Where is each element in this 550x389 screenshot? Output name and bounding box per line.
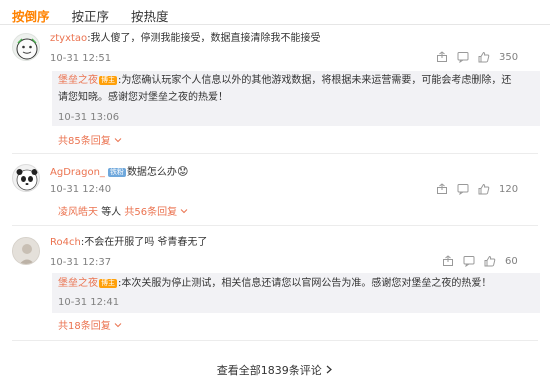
reply-time: 10-31 13:06 [58, 112, 120, 123]
chevron-down-icon [114, 323, 122, 328]
reply-summary-text: 等人 [101, 207, 122, 218]
share-icon[interactable] [436, 183, 448, 195]
comment-time: 10-31 12:37 [50, 257, 112, 268]
comment-actions: 350 [436, 51, 518, 63]
tab-oldest[interactable]: 按正序 [72, 6, 110, 26]
reply-time: 10-31 12:41 [58, 297, 120, 308]
fan-badge: 铁粉 [107, 168, 126, 177]
sort-tabs: 按倒序 按正序 按热度 [12, 6, 169, 26]
comment-username[interactable]: ztyxtao [50, 33, 87, 44]
view-replies-link[interactable]: 共18条回复 [58, 320, 122, 334]
worried-face-icon: 😟 [176, 165, 189, 178]
chevron-down-icon [114, 138, 122, 143]
reply-text: :为您确认玩家个人信息以外的其他游戏数据，将根据未来运营需要，可能会考虑删除，还 [118, 75, 512, 86]
comment-actions: 60 [442, 255, 518, 267]
tab-newest[interactable]: 按倒序 [12, 6, 50, 26]
divider [12, 340, 538, 341]
avatar[interactable] [12, 237, 40, 265]
reply-count[interactable]: 共18条回复 [58, 321, 111, 332]
like-icon[interactable] [484, 255, 496, 267]
cartoon-face-icon [16, 38, 38, 60]
like-count: 120 [499, 183, 519, 195]
share-icon[interactable] [442, 255, 454, 267]
divider [12, 153, 538, 154]
chevron-down-icon [180, 209, 188, 214]
comment-username[interactable]: Ro4ch [50, 237, 81, 248]
view-replies-link[interactable]: 共85条回复 [58, 135, 122, 149]
tab-hottest[interactable]: 按热度 [131, 6, 169, 26]
owner-badge: 博主 [99, 76, 117, 85]
comment-body: AgDragon_ 铁粉 数据怎么办😟 [50, 165, 188, 180]
chevron-right-icon [326, 365, 333, 374]
comment-icon[interactable] [457, 51, 469, 63]
like-icon[interactable] [478, 183, 490, 195]
view-all-comments[interactable]: 查看全部1839条评论 [0, 362, 550, 378]
author-reply: 堡垒之夜 博主:本次关服为停止测试，相关信息还请您以官网公告为准。感谢您对堡垒之夜… [52, 273, 540, 313]
photo-avatar-icon [13, 238, 39, 264]
comment-text: :不会在开服了吗 爷青春无了 [80, 237, 208, 248]
panda-face-icon [16, 169, 38, 191]
reply-summary: 凌风皓天 等人 共56条回复 [58, 206, 188, 220]
comment-body: ztyxtao:我人傻了，停测我能接受，数据直接清除我不能接受 [50, 32, 321, 46]
comment-actions: 120 [436, 183, 518, 195]
reply-body: 堡垒之夜 博主:为您确认玩家个人信息以外的其他游戏数据，将根据未来运营需要，可能会… [58, 72, 536, 106]
reply-text-continued: 请您知晓。感谢您对堡垒之夜的热爱！ [58, 92, 228, 103]
sub-reply-username[interactable]: 凌风皓天 [58, 207, 98, 218]
comment-text: 数据怎么办 [126, 167, 177, 178]
comment-icon[interactable] [457, 183, 469, 195]
owner-badge: 博主 [99, 279, 117, 288]
like-count: 350 [499, 51, 519, 63]
reply-username[interactable]: 堡垒之夜 [58, 278, 98, 289]
like-icon[interactable] [478, 51, 490, 63]
comment-username[interactable]: AgDragon_ [50, 167, 105, 178]
reply-count[interactable]: 共56条回复 [124, 207, 177, 218]
comment-time: 10-31 12:40 [50, 184, 112, 195]
tabs-divider [0, 24, 550, 25]
share-icon[interactable] [436, 51, 448, 63]
reply-count[interactable]: 共85条回复 [58, 136, 111, 147]
comment-time: 10-31 12:51 [50, 53, 112, 64]
reply-username[interactable]: 堡垒之夜 [58, 75, 98, 86]
avatar[interactable] [12, 164, 40, 192]
comment-body: Ro4ch:不会在开服了吗 爷青春无了 [50, 236, 207, 250]
author-reply: 堡垒之夜 博主:为您确认玩家个人信息以外的其他游戏数据，将根据未来运营需要，可能会… [52, 71, 540, 126]
comment-icon[interactable] [463, 255, 475, 267]
comment-text: :我人傻了，停测我能接受，数据直接清除我不能接受 [87, 33, 321, 44]
avatar[interactable] [12, 33, 40, 61]
like-count: 60 [505, 255, 518, 267]
reply-text: :本次关服为停止测试，相关信息还请您以官网公告为准。感谢您对堡垒之夜的热爱！ [118, 278, 492, 289]
view-all-label[interactable]: 查看全部1839条评论 [217, 364, 322, 377]
reply-body: 堡垒之夜 博主:本次关服为停止测试，相关信息还请您以官网公告为准。感谢您对堡垒之夜… [58, 275, 536, 292]
divider [12, 225, 538, 226]
